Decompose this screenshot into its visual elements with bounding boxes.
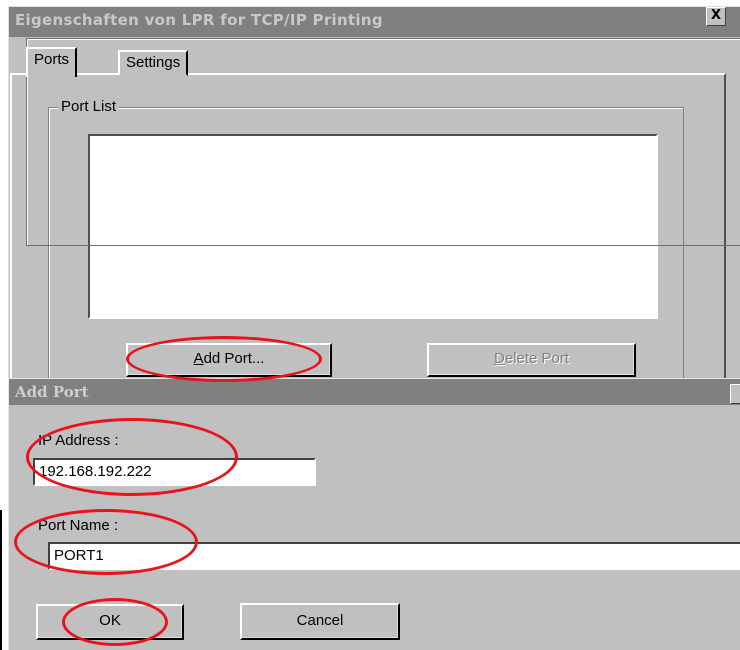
delete-port-button[interactable]: Delete Port [427,343,636,377]
port-name-value: PORT1 [54,547,104,564]
tab-ports-label: Ports [34,51,70,68]
window-edge-divider [0,510,2,650]
add-port-title: Add Port [15,383,89,401]
port-name-field[interactable]: PORT1 [48,542,740,570]
delete-port-label: elete Port [504,350,570,367]
delete-port-mnemonic: D [493,350,505,367]
add-port-fields-groupbox [26,38,740,246]
properties-close-button[interactable]: X [706,7,726,26]
ip-address-value: 192.168.192.222 [39,463,152,480]
properties-title: Eigenschaften von LPR for TCP/IP Printin… [15,11,383,29]
tab-ports[interactable]: Ports [26,47,78,77]
ok-label: OK [99,612,121,629]
ok-button[interactable]: OK [36,604,184,640]
properties-titlebar[interactable]: Eigenschaften von LPR for TCP/IP Printin… [9,7,740,37]
add-port-button[interactable]: Add Port... [126,343,332,377]
cancel-label: Cancel [296,612,344,629]
add-port-close-button[interactable] [730,384,740,404]
ip-address-label: IP Address : [38,432,119,449]
add-port-titlebar[interactable]: Add Port [9,379,740,405]
cancel-button[interactable]: Cancel [240,603,400,640]
port-name-label: Port Name : [38,517,119,534]
add-port-mnemonic: A [193,350,204,367]
add-port-label: dd Port... [203,350,265,367]
ip-address-field[interactable]: 192.168.192.222 [33,458,316,486]
close-icon: X [710,8,722,23]
